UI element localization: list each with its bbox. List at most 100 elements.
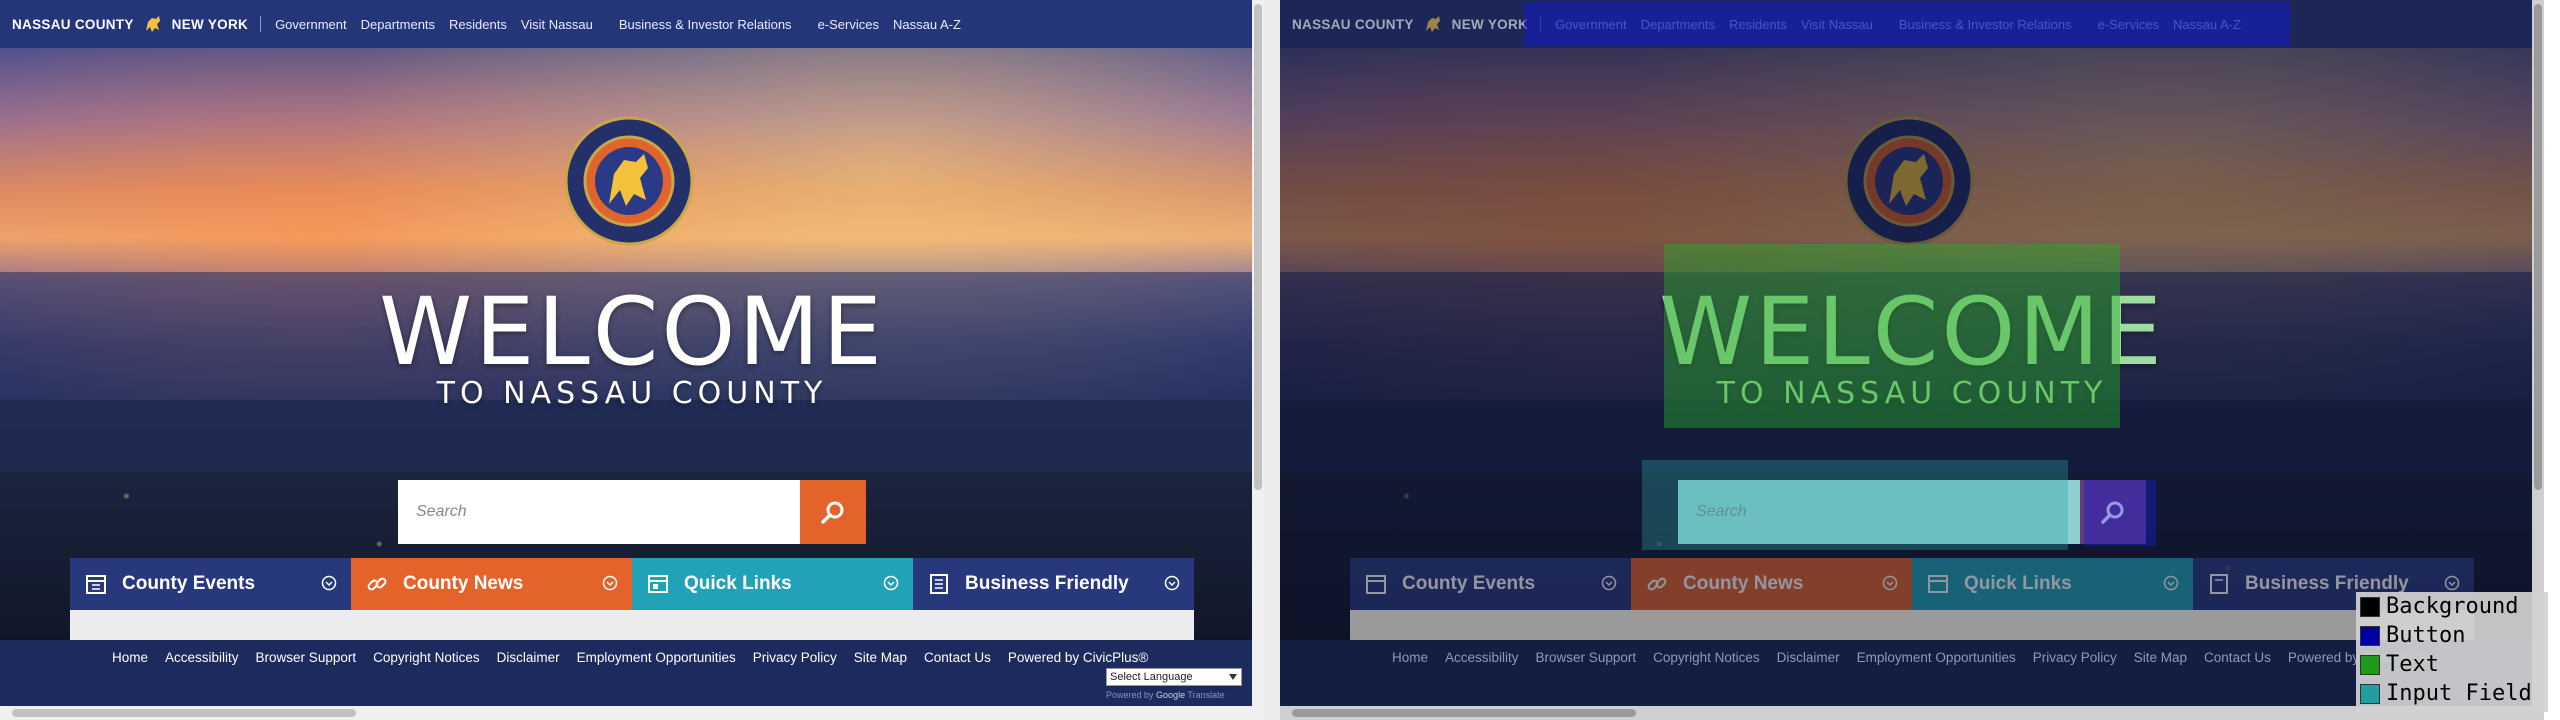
brand-name-left: NASSAU COUNTY bbox=[12, 16, 134, 32]
chevron-down-icon bbox=[2163, 575, 2179, 591]
browser-pane-left: NASSAU COUNTY NEW YORK Government Depart… bbox=[0, 0, 1264, 720]
powered-by-text: Powered by bbox=[1106, 690, 1154, 700]
tab-content-panel bbox=[1350, 610, 2474, 640]
footer-link-privacy-policy[interactable]: Privacy Policy bbox=[753, 650, 837, 665]
chevron-down-icon bbox=[1601, 575, 1617, 591]
tab-county-events[interactable]: County Events bbox=[70, 558, 351, 610]
tab-label: County News bbox=[403, 573, 524, 594]
legend-label: Background bbox=[2386, 594, 2519, 619]
lion-icon bbox=[1422, 13, 1444, 35]
footer-link-disclaimer[interactable]: Disclaimer bbox=[1777, 650, 1840, 665]
footer-links: Home Accessibility Browser Support Copyr… bbox=[112, 650, 1165, 665]
legend-label: Button bbox=[2386, 623, 2466, 648]
legend-item-text: Text bbox=[2356, 650, 2548, 679]
nav-visit-nassau[interactable]: Visit Nassau bbox=[521, 17, 593, 32]
annotation-text-box bbox=[1664, 244, 2120, 428]
scrollbar-thumb[interactable] bbox=[1254, 4, 1262, 490]
scrollbar-thumb[interactable] bbox=[12, 709, 356, 717]
footer-link-employment[interactable]: Employment Opportunities bbox=[577, 650, 736, 665]
brand-divider bbox=[260, 16, 262, 32]
hero-banner: WELCOME TO NASSAU COUNTY County Events C… bbox=[0, 48, 1264, 640]
footer-link-home[interactable]: Home bbox=[112, 650, 148, 665]
footer-link-civicplus[interactable]: Powered by CivicPlus® bbox=[1008, 650, 1149, 665]
legend-item-button: Button bbox=[2356, 621, 2548, 650]
tab-label: County Events bbox=[1402, 573, 1536, 594]
footer-link-accessibility[interactable]: Accessibility bbox=[1445, 650, 1519, 665]
footer-link-site-map[interactable]: Site Map bbox=[854, 650, 907, 665]
translate-link[interactable]: Translate bbox=[1187, 690, 1224, 700]
search-button[interactable] bbox=[800, 480, 866, 544]
scrollbar-thumb[interactable] bbox=[2534, 4, 2542, 490]
tab-label: County Events bbox=[122, 573, 256, 594]
footer-link-home[interactable]: Home bbox=[1392, 650, 1428, 665]
legend-label: Input Field bbox=[2386, 681, 2532, 706]
tab-county-news[interactable]: County News bbox=[1631, 558, 1912, 610]
brand-logo[interactable]: NASSAU COUNTY NEW YORK bbox=[1280, 13, 1555, 35]
browser-window-icon bbox=[1928, 575, 1948, 593]
calendar-icon bbox=[86, 575, 106, 594]
footer-link-accessibility[interactable]: Accessibility bbox=[165, 650, 239, 665]
nav-business-investor-relations[interactable]: Business & Investor Relations bbox=[619, 17, 792, 32]
annotation-button-box bbox=[1524, 2, 2290, 46]
footer-link-contact-us[interactable]: Contact Us bbox=[924, 650, 991, 665]
tab-quick-links[interactable]: Quick Links bbox=[1912, 558, 2193, 610]
nav-e-services[interactable]: e-Services bbox=[818, 17, 879, 32]
brand-name-right: NEW YORK bbox=[171, 16, 249, 32]
tab-label: Quick Links bbox=[1964, 573, 2072, 594]
tab-county-events[interactable]: County Events bbox=[1350, 558, 1631, 610]
footer-link-browser-support[interactable]: Browser Support bbox=[256, 650, 357, 665]
annotation-legend: Background Button Text Input Field bbox=[2356, 592, 2548, 712]
google-text: Google bbox=[1156, 690, 1186, 700]
main-nav: Government Departments Residents Visit N… bbox=[275, 17, 975, 32]
nav-nassau-a-z[interactable]: Nassau A-Z bbox=[893, 17, 961, 32]
tab-county-news[interactable]: County News bbox=[351, 558, 632, 610]
chevron-down-icon bbox=[2444, 575, 2460, 591]
feature-tabs: County Events County News Quick Links Bu… bbox=[1350, 558, 2474, 610]
vertical-scrollbar[interactable] bbox=[1252, 0, 1264, 706]
welcome-heading: WELCOME bbox=[379, 278, 885, 387]
pane-divider bbox=[1264, 0, 1280, 720]
footer-link-contact-us[interactable]: Contact Us bbox=[2204, 650, 2271, 665]
scrollbar-thumb[interactable] bbox=[1292, 709, 1636, 717]
tab-label: Business Friendly bbox=[965, 573, 1129, 594]
top-navigation-bar: NASSAU COUNTY NEW YORK Government Depart… bbox=[0, 0, 1264, 48]
document-icon bbox=[2210, 574, 2228, 594]
welcome-subheading: TO NASSAU COUNTY bbox=[436, 376, 828, 411]
legend-swatch bbox=[2360, 596, 2380, 617]
language-select[interactable]: Select Language bbox=[1106, 668, 1242, 686]
footer-link-disclaimer[interactable]: Disclaimer bbox=[497, 650, 560, 665]
language-select-value: Select Language bbox=[1110, 671, 1193, 683]
nav-government[interactable]: Government bbox=[275, 17, 347, 32]
horizontal-scrollbar[interactable] bbox=[1280, 706, 2544, 720]
tab-label: County News bbox=[1683, 573, 1804, 594]
footer-link-copyright-notices[interactable]: Copyright Notices bbox=[373, 650, 480, 665]
footer-link-copyright-notices[interactable]: Copyright Notices bbox=[1653, 650, 1760, 665]
legend-swatch bbox=[2360, 654, 2380, 675]
footer-link-site-map[interactable]: Site Map bbox=[2134, 650, 2187, 665]
footer-link-privacy-policy[interactable]: Privacy Policy bbox=[2033, 650, 2117, 665]
horizontal-scrollbar[interactable] bbox=[0, 706, 1264, 720]
document-icon bbox=[930, 574, 948, 594]
annotation-input-box bbox=[1642, 460, 2068, 550]
search-input[interactable] bbox=[398, 480, 800, 544]
nav-departments[interactable]: Departments bbox=[361, 17, 435, 32]
annotation-button-box bbox=[2084, 480, 2156, 546]
link-icon bbox=[1647, 577, 1667, 591]
lion-icon bbox=[142, 13, 164, 35]
tab-label: Quick Links bbox=[684, 573, 792, 594]
footer-link-employment[interactable]: Employment Opportunities bbox=[1857, 650, 2016, 665]
brand-logo[interactable]: NASSAU COUNTY NEW YORK bbox=[0, 13, 275, 35]
footer-link-browser-support[interactable]: Browser Support bbox=[1536, 650, 1637, 665]
footer-links: Home Accessibility Browser Support Copyr… bbox=[1392, 650, 2445, 665]
chevron-down-icon bbox=[1882, 575, 1898, 591]
site-footer: Home Accessibility Browser Support Copyr… bbox=[0, 640, 1264, 706]
tab-content-panel bbox=[70, 610, 1194, 640]
legend-item-input-field: Input Field bbox=[2356, 679, 2548, 708]
legend-label: Text bbox=[2386, 652, 2439, 677]
site-footer: Home Accessibility Browser Support Copyr… bbox=[1280, 640, 2544, 706]
link-icon bbox=[367, 577, 387, 591]
legend-item-background: Background bbox=[2356, 592, 2548, 621]
tab-quick-links[interactable]: Quick Links bbox=[632, 558, 913, 610]
tab-business-friendly[interactable]: Business Friendly bbox=[913, 558, 1194, 610]
nav-residents[interactable]: Residents bbox=[449, 17, 507, 32]
